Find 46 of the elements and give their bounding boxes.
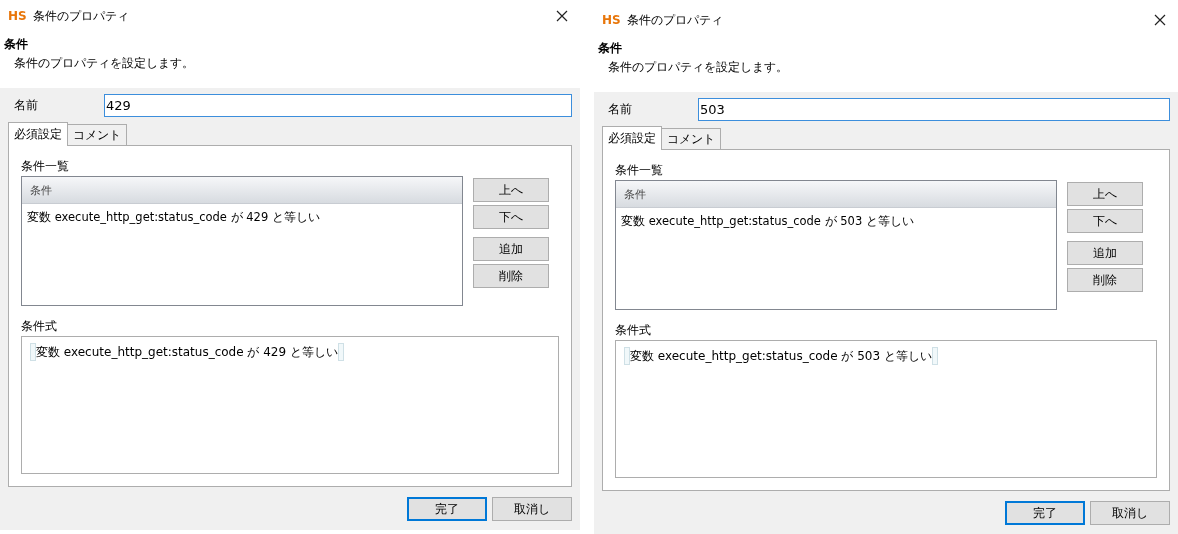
expression-text: 変数 execute_http_get:status_code が 503 と等しい [630,347,932,365]
side-button[interactable]: 追加 [1067,241,1143,265]
expression-box[interactable]: 変数 execute_http_get:status_code が 503 と等しい [615,340,1157,478]
expression-text: 変数 execute_http_get:status_code が 429 と等しい [36,343,338,361]
name-label: 名前 [13,96,39,114]
side-button[interactable]: 削除 [1067,268,1143,292]
window-title: 条件のプロパティ [626,11,724,29]
bracket-marker-icon [337,343,344,361]
name-field[interactable]: 503 [698,97,1170,121]
close-icon[interactable] [556,10,568,22]
dialog-button[interactable]: 完了 [1005,501,1085,525]
header-title: 条件 [598,40,623,57]
side-button[interactable]: 上へ [1067,182,1143,206]
tab[interactable]: 必須設定 [8,122,68,146]
dialog-button[interactable]: 取消し [492,497,572,521]
bracket-marker-icon [931,347,938,365]
list-row[interactable]: 変数 execute_http_get:status_code が 429 と等しい [22,204,462,230]
section-label: 条件一覧 [21,158,70,175]
name-label: 名前 [607,100,633,118]
side-button[interactable]: 下へ [1067,209,1143,233]
side-button[interactable]: 上へ [473,178,549,202]
column-header[interactable]: 条件 [616,181,1056,208]
bracket-marker-icon [624,347,630,365]
list-row[interactable]: 変数 execute_http_get:status_code が 503 と等しい [616,208,1056,234]
tab[interactable]: コメント [661,128,721,150]
tab[interactable]: コメント [67,124,127,146]
dialog-button[interactable]: 取消し [1090,501,1170,525]
expression-box[interactable]: 変数 execute_http_get:status_code が 429 と等しい [21,336,559,474]
section-label: 条件式 [21,318,58,335]
header-description: 条件のプロパティを設定します。 [607,59,789,76]
app-logo: HS [602,13,621,27]
close-icon[interactable] [1154,14,1166,26]
header-description: 条件のプロパティを設定します。 [13,55,195,72]
header-title: 条件 [4,36,29,53]
dialog-button[interactable]: 完了 [407,497,487,521]
bracket-marker-icon [30,343,36,361]
column-header[interactable]: 条件 [22,177,462,204]
side-button[interactable]: 追加 [473,237,549,261]
tab[interactable]: 必須設定 [602,126,662,150]
side-button[interactable]: 削除 [473,264,549,288]
name-field[interactable]: 429 [104,93,572,117]
section-label: 条件一覧 [615,162,664,179]
section-label: 条件式 [615,322,652,339]
app-logo: HS [8,9,27,23]
window-title: 条件のプロパティ [32,7,130,25]
side-button[interactable]: 下へ [473,205,549,229]
